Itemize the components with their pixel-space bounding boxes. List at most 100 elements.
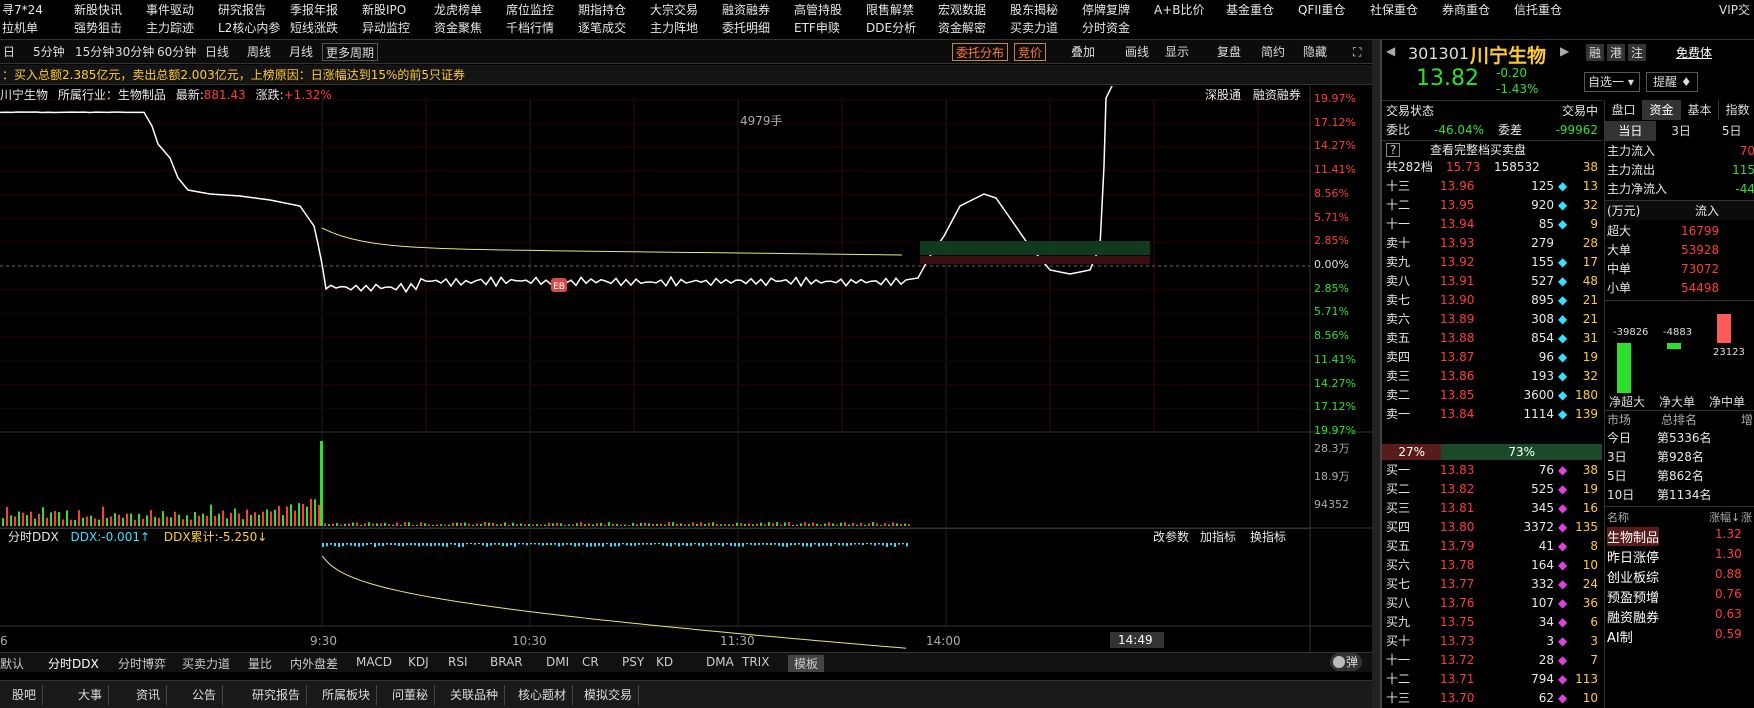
order-book-row[interactable]: 买二 13.82 525 ◆ 19 [1382, 480, 1602, 499]
indicator-tab[interactable]: 模板 [788, 655, 824, 672]
info-tab[interactable]: 问董秘 [386, 685, 435, 705]
ddx-add-indicator[interactable]: 加指标 [1200, 529, 1236, 545]
indicator-tab[interactable]: 买卖力道 [182, 655, 230, 672]
menu-item[interactable]: ETF申赎 [792, 18, 864, 38]
menu-item[interactable]: 逐笔成交 [576, 18, 648, 38]
indicator-tab[interactable]: 量比 [248, 655, 272, 672]
period-tab[interactable]: 日 [0, 43, 18, 61]
menu-item[interactable]: 信托重仓 [1512, 0, 1584, 20]
menu-item[interactable]: 券商重仓 [1440, 0, 1512, 20]
tag-hk[interactable]: 港 [1607, 44, 1625, 61]
toolbar-simple-button[interactable]: 简约 [1258, 43, 1288, 61]
info-tab[interactable]: 研究报告 [246, 685, 307, 705]
order-book-row[interactable]: 十一 13.72 28 ◆ 7 [1382, 651, 1602, 670]
period-tab[interactable]: 月线 [286, 43, 316, 61]
order-book-row[interactable]: 卖十 13.93 279 28 [1382, 234, 1602, 253]
info-tab[interactable]: 核心题材 [512, 685, 573, 705]
period-tab[interactable]: 60分钟 [154, 43, 199, 61]
menu-item[interactable]: 千档行情 [504, 18, 576, 38]
info-tab[interactable]: 公告 [186, 685, 223, 705]
indicator-tab[interactable]: CR [582, 655, 599, 669]
order-book-row[interactable]: 卖九 13.92 155 ◆ 17 [1382, 253, 1602, 272]
info-tab[interactable]: 关联品种 [444, 685, 505, 705]
indicator-tab[interactable]: DMA [706, 655, 734, 669]
remind-button[interactable]: 提醒 ♦ [1646, 72, 1698, 92]
toolbar-display-button[interactable]: 显示 [1162, 43, 1192, 61]
ddx-switch-indicator[interactable]: 换指标 [1250, 529, 1286, 545]
menu-item[interactable]: 寻7*24 [0, 0, 72, 20]
order-book-row[interactable]: 卖五 13.88 854 ◆ 31 [1382, 329, 1602, 348]
indicator-tab[interactable]: MACD [356, 655, 392, 669]
menu-item[interactable]: 股东揭秘 [1008, 0, 1080, 20]
menu-item[interactable]: 社保重仓 [1368, 0, 1440, 20]
menu-item[interactable]: 高管持股 [792, 0, 864, 20]
sector-name[interactable]: 创业板综 [1607, 567, 1659, 586]
indicator-tab[interactable]: DMI [546, 655, 569, 669]
order-book-row[interactable]: 卖一 13.84 1114 ◆ 139 [1382, 405, 1602, 424]
menu-item[interactable]: 主力阵地 [648, 18, 720, 38]
indicator-tab[interactable]: 分时博弈 [118, 655, 166, 672]
menu-item[interactable]: 资金解密 [936, 18, 1008, 38]
menu-item[interactable]: 强势狙击 [72, 18, 144, 38]
menu-item[interactable]: L2核心内参 [216, 18, 288, 38]
order-book-row[interactable]: 十一 13.94 85 ◆ 9 [1382, 215, 1602, 234]
period-tab[interactable]: 5分钟 [30, 43, 68, 61]
capital-tab[interactable]: 指数 [1719, 100, 1754, 120]
order-book-row[interactable]: 买三 13.81 345 ◆ 16 [1382, 499, 1602, 518]
link-margin[interactable]: 融资融券 [1253, 88, 1301, 102]
menu-item[interactable]: 期指持仓 [576, 0, 648, 20]
sector-name[interactable]: 昨日涨停 [1607, 547, 1659, 566]
info-tab[interactable]: 模拟交易 [578, 685, 639, 705]
tag-registration[interactable]: 注 [1628, 44, 1646, 61]
menu-item[interactable]: 限售解禁 [864, 0, 936, 20]
capital-subtab[interactable]: 3日 [1656, 121, 1707, 141]
order-book-row[interactable]: 买六 13.78 164 ◆ 10 [1382, 556, 1602, 575]
indicator-tab[interactable]: 分时DDX [48, 655, 99, 672]
indicator-tab[interactable]: PSY [622, 655, 644, 669]
free-trial-link[interactable]: 免费体 [1676, 44, 1712, 61]
indicator-tab[interactable]: 内外盘差 [290, 655, 338, 672]
menu-item[interactable]: 基金重仓 [1224, 0, 1296, 20]
scrollbar[interactable] [1372, 40, 1380, 708]
full-book-row[interactable]: ? 查看完整档买卖盘 [1382, 140, 1602, 158]
indicator-tab[interactable]: BRAR [490, 655, 523, 669]
order-book-row[interactable]: 买五 13.79 41 ◆ 8 [1382, 537, 1602, 556]
period-tab[interactable]: 周线 [244, 43, 274, 61]
order-book-row[interactable]: 买四 13.80 3372 ◆ 135 [1382, 518, 1602, 537]
toolbar-draw-button[interactable]: 画线 [1122, 43, 1152, 61]
menu-item[interactable]: 融资融券 [720, 0, 792, 20]
full-book-link[interactable]: 查看完整档买卖盘 [1430, 141, 1526, 159]
indicator-tab[interactable]: TRIX [742, 655, 769, 669]
indicator-tab[interactable]: KDJ [408, 655, 429, 669]
order-book-row[interactable]: 卖四 13.87 96 ◆ 19 [1382, 348, 1602, 367]
indicator-tab[interactable]: KD [656, 655, 673, 669]
order-book-row[interactable]: 十二 13.71 794 ◆ 113 [1382, 670, 1602, 689]
sector-name[interactable]: 融资融券 [1607, 607, 1659, 626]
menu-item[interactable]: 研究报告 [216, 0, 288, 20]
order-book-row[interactable]: 买一 13.83 76 ◆ 38 [1382, 461, 1602, 480]
capital-subtab[interactable]: 当日 [1605, 121, 1656, 141]
sector-name[interactable]: 生物制品 [1607, 527, 1659, 546]
menu-item[interactable]: 龙虎榜单 [432, 0, 504, 20]
intraday-chart[interactable]: EB [0, 86, 1372, 656]
link-sgt[interactable]: 深股通 [1205, 88, 1241, 102]
order-book-row[interactable]: 卖二 13.85 3600 ◆ 180 [1382, 386, 1602, 405]
ddx-edit-params[interactable]: 改参数 [1153, 529, 1189, 545]
prev-stock-icon[interactable]: ◀ [1386, 44, 1395, 58]
fullscreen-icon[interactable]: ⛶ [1350, 43, 1364, 61]
capital-tab[interactable]: 盘口 [1605, 100, 1643, 120]
toolbar-overlay-button[interactable]: 叠加 [1068, 43, 1098, 61]
menu-item[interactable]: 委托明细 [720, 18, 792, 38]
tag-margin[interactable]: 融 [1586, 44, 1604, 61]
indicator-tab[interactable]: RSI [448, 655, 468, 669]
capital-subtab[interactable]: 5日 [1706, 121, 1754, 141]
menu-item[interactable]: 事件驱动 [144, 0, 216, 20]
menu-item[interactable]: 买卖力道 [1008, 18, 1080, 38]
order-book-row[interactable]: 买七 13.77 332 ◆ 24 [1382, 575, 1602, 594]
info-tab[interactable]: 所属板块 [316, 685, 377, 705]
order-book-row[interactable]: 卖三 13.86 193 ◆ 32 [1382, 367, 1602, 386]
order-book-row[interactable]: 卖八 13.91 527 ◆ 48 [1382, 272, 1602, 291]
order-book-row[interactable]: 十三 13.70 62 ◆ 10 [1382, 689, 1602, 708]
industry[interactable]: 生物制品 [118, 88, 166, 102]
popup-toggle[interactable]: 弹 [1330, 653, 1362, 671]
